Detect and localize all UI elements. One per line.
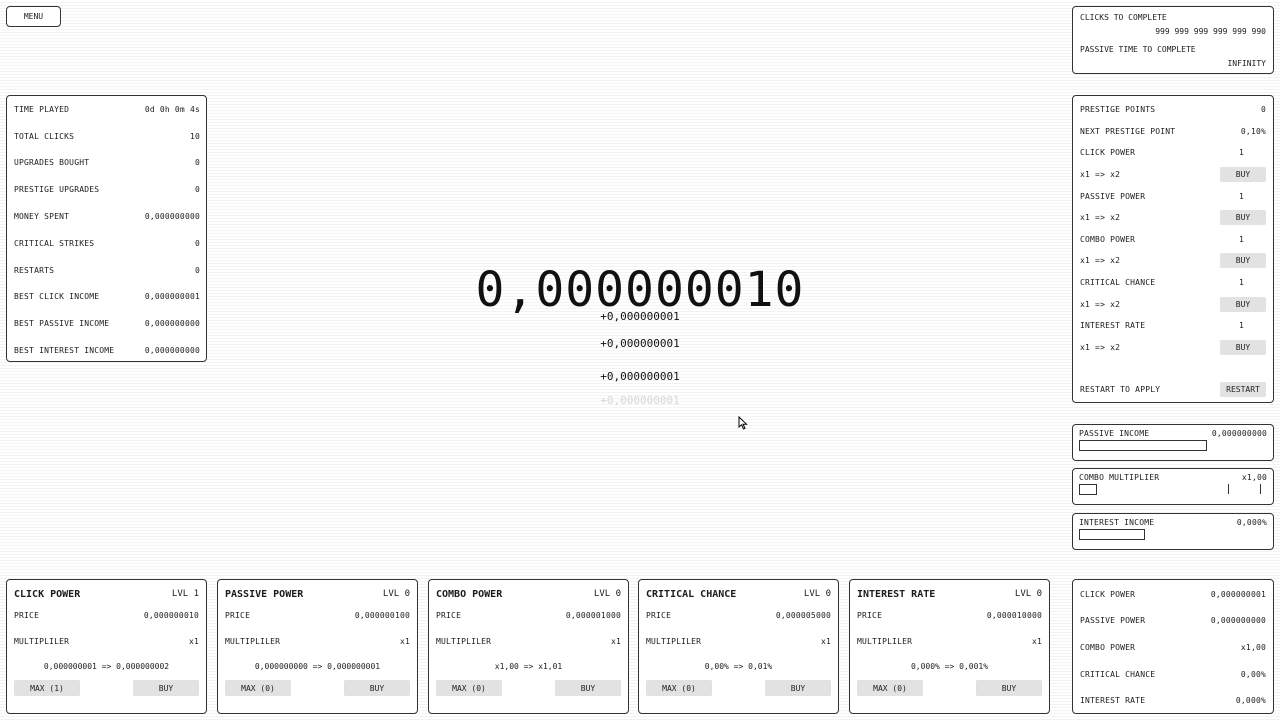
interest-income-bar [1079, 529, 1145, 540]
upgrade-card-combo-power: COMBO POWER LVL 0 PRICE 0,000001000 MULTIP… [428, 579, 629, 714]
stat-prestige-upgrades: PRESTIGE UPGRADES 0 [14, 185, 200, 195]
critical-chance-buy-button[interactable]: BUY [765, 680, 831, 696]
power-summary-panel: CLICK POWER 0,000000001 PASSIVE POWER 0,00… [1072, 579, 1274, 714]
combo-power-buy-button[interactable]: BUY [555, 680, 621, 696]
prestige-points-row: PRESTIGE POINTS 0 [1080, 105, 1266, 115]
prestige-click-power-row: CLICK POWER 1 [1080, 148, 1244, 158]
interest-rate-buy-button[interactable]: BUY [976, 680, 1042, 696]
passive-income-bar [1079, 440, 1207, 451]
next-prestige-row: NEXT PRESTIGE POINT 0,10% [1080, 126, 1266, 136]
completion-panel: CLICKS TO COMPLETE 999 999 999 999 999 9… [1072, 6, 1274, 74]
prestige-click-power-change: x1 => x2 BUY [1080, 164, 1266, 186]
summary-critical-chance: CRITICAL CHANCE 0,00% [1080, 669, 1266, 679]
click-power-max-button[interactable]: MAX (1) [14, 680, 80, 696]
prestige-panel: PRESTIGE POINTS 0 NEXT PRESTIGE POINT 0,10… [1072, 95, 1274, 403]
stat-upgrades-bought: UPGRADES BOUGHT 0 [14, 158, 200, 168]
floating-income-text: +0,000000001 [600, 370, 680, 383]
prestige-passive-power-row: PASSIVE POWER 1 [1080, 191, 1244, 201]
stat-critical-strikes: CRITICAL STRIKES 0 [14, 238, 200, 248]
click-power-buy-button[interactable]: BUY [133, 680, 199, 696]
floating-income-text: +0,000000001 [600, 337, 680, 350]
upgrade-card-interest-rate: INTEREST RATE LVL 0 PRICE 0,000010000 MULT… [849, 579, 1050, 714]
upgrade-card-critical-chance: CRITICAL CHANCE LVL 0 PRICE 0,000005000 MU… [638, 579, 839, 714]
stat-time-played: TIME PLAYED 0d 0h 0m 4s [14, 104, 200, 114]
summary-click-power: CLICK POWER 0,000000001 [1080, 589, 1266, 599]
combo-marker [1228, 484, 1229, 494]
summary-interest-rate: INTEREST RATE 0,000% [1080, 696, 1266, 706]
prestige-passive-power-change: x1 => x2 BUY [1080, 207, 1266, 229]
combo-multiplier-bar [1079, 484, 1097, 495]
combo-end-marker [1260, 484, 1261, 494]
stat-money-spent: MONEY SPENT 0,000000000 [14, 212, 200, 222]
summary-combo-power: COMBO POWER x1,00 [1080, 642, 1266, 652]
prestige-click-power-buy-button[interactable]: BUY [1220, 167, 1266, 183]
mouse-cursor-icon [738, 416, 748, 430]
passive-power-buy-button[interactable]: BUY [344, 680, 410, 696]
passive-time-label: PASSIVE TIME TO COMPLETE [1080, 45, 1196, 54]
combo-power-max-button[interactable]: MAX (0) [436, 680, 502, 696]
passive-income-meter: PASSIVE INCOME 0,000000000 [1072, 424, 1274, 461]
interest-rate-max-button[interactable]: MAX (0) [857, 680, 923, 696]
menu-button[interactable]: MENU [6, 6, 61, 27]
combo-multiplier-meter: COMBO MULTIPLIER x1,00 [1072, 468, 1274, 505]
critical-chance-max-button[interactable]: MAX (0) [646, 680, 712, 696]
stat-total-clicks: TOTAL CLICKS 10 [14, 131, 200, 141]
passive-time-value: INFINITY [1227, 59, 1266, 68]
upgrade-card-click-power: CLICK POWER LVL 1 PRICE 0,000000010 MULTIP… [6, 579, 207, 714]
prestige-combo-power-row: COMBO POWER 1 [1080, 234, 1244, 244]
floating-income-text: +0,000000001 [600, 310, 680, 323]
interest-income-meter: INTEREST INCOME 0,000% [1072, 513, 1274, 550]
floating-income-text-fading: +0,000000001 [600, 394, 680, 407]
prestige-passive-power-buy-button[interactable]: BUY [1220, 210, 1266, 226]
passive-power-max-button[interactable]: MAX (0) [225, 680, 291, 696]
clicks-to-complete-value: 999 999 999 999 999 990 [1155, 27, 1266, 36]
upgrade-card-passive-power: PASSIVE POWER LVL 0 PRICE 0,000000100 MULT… [217, 579, 418, 714]
summary-passive-power: PASSIVE POWER 0,000000000 [1080, 616, 1266, 626]
clicks-to-complete-label: CLICKS TO COMPLETE [1080, 13, 1167, 22]
